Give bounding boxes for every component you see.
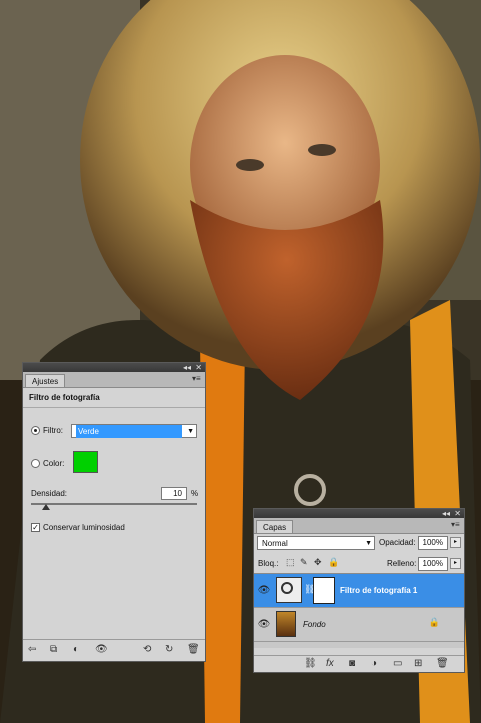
back-arrow-icon[interactable]: ⇦: [28, 644, 36, 656]
chevron-down-icon: ▼: [187, 428, 194, 435]
preserve-luminosity-checkbox[interactable]: ✓: [31, 523, 40, 532]
trash-icon[interactable]: 🗑: [436, 658, 449, 670]
add-mask-icon[interactable]: ◙: [349, 658, 355, 670]
blend-mode-dropdown[interactable]: Normal ▼: [257, 536, 375, 550]
panel-titlebar: ◂◂ ✕: [254, 509, 464, 518]
density-slider-thumb[interactable]: [42, 504, 50, 510]
trash-icon[interactable]: 🗑: [187, 644, 200, 656]
bottom-toolbar: ⇦ ⧉ ◐ 👁 ⟲ ↻ 🗑: [23, 641, 205, 661]
lock-pixels-icon[interactable]: ✎: [300, 556, 308, 568]
bottom-toolbar: ⛓ fx ◙ ◑ ▭ ⊞ 🗑: [254, 655, 464, 672]
filter-radio[interactable]: [31, 426, 40, 435]
close-icon[interactable]: ✕: [195, 363, 202, 372]
layers-panel: ◂◂ ✕ Capas ▾≡ Normal ▼ Opacidad: 100% ▸ …: [253, 508, 465, 673]
clip-layer-icon[interactable]: ⧉: [50, 644, 57, 656]
lock-label: Bloq.:: [258, 559, 279, 568]
new-group-icon[interactable]: ▭: [393, 658, 402, 670]
color-radio[interactable]: [31, 459, 40, 468]
layer-row-filter[interactable]: 👁 ⛓ Filtro de fotografía 1: [254, 574, 464, 608]
eye-icon[interactable]: 👁: [257, 618, 271, 632]
divider: [23, 639, 205, 640]
layer-name: Fondo: [303, 620, 326, 629]
density-label: Densidad:: [31, 489, 68, 498]
fx-icon[interactable]: fx: [326, 658, 334, 670]
collapse-icon[interactable]: ◂◂: [442, 509, 450, 518]
eye-icon[interactable]: 👁: [95, 644, 108, 656]
adjustments-panel: ◂◂ ✕ Ajustes ▾≡ Filtro de fotografía Fil…: [22, 362, 206, 662]
link-layers-icon[interactable]: ⛓: [304, 658, 317, 670]
panel-titlebar: ◂◂ ✕: [23, 363, 205, 372]
previous-state-icon[interactable]: ⟲: [143, 644, 151, 656]
layers-list: 👁 ⛓ Filtro de fotografía 1 👁 Fondo 🔒: [254, 573, 464, 648]
layer-mask-thumbnail[interactable]: [313, 577, 335, 604]
density-input[interactable]: 10: [161, 487, 187, 500]
fill-stepper[interactable]: ▸: [450, 558, 461, 569]
adjustment-layer-icon[interactable]: ◑: [371, 658, 377, 670]
preserve-luminosity-label: Conservar luminosidad: [43, 523, 125, 532]
layer-thumbnail: [276, 611, 296, 637]
divider: [23, 407, 205, 408]
density-unit: %: [191, 489, 199, 498]
new-layer-icon[interactable]: ⊞: [414, 658, 422, 670]
lock-all-icon[interactable]: 🔒: [328, 556, 339, 568]
lock-transparency-icon[interactable]: ⬚: [286, 556, 295, 568]
tab-bar: Ajustes ▾≡: [23, 372, 205, 388]
lock-icon: 🔒: [428, 617, 440, 627]
opacity-label: Opacidad:: [379, 538, 416, 547]
panel-menu-icon[interactable]: ▾≡: [192, 375, 201, 383]
fill-input[interactable]: 100%: [418, 557, 448, 571]
color-label: Color:: [43, 459, 65, 468]
layer-name: Filtro de fotografía 1: [340, 586, 418, 595]
opacity-stepper[interactable]: ▸: [450, 537, 461, 548]
eye-icon[interactable]: 👁: [257, 584, 271, 598]
lock-position-icon[interactable]: ✥: [314, 556, 322, 568]
fill-label: Relleno:: [387, 559, 417, 568]
filter-dropdown[interactable]: Verde ▼: [71, 424, 197, 438]
filter-value: Verde: [76, 425, 182, 438]
filter-label: Filtro:: [43, 426, 63, 435]
tab-bar: Capas ▾≡: [254, 518, 464, 534]
tab-ajustes[interactable]: Ajustes: [25, 374, 66, 387]
color-swatch[interactable]: [73, 451, 98, 473]
panel-title: Filtro de fotografía: [29, 393, 100, 402]
adjustment-layer-thumbnail: [276, 577, 302, 603]
check-icon: ✓: [32, 523, 39, 532]
blend-mode-value: Normal: [262, 539, 288, 548]
reset-icon[interactable]: ↻: [165, 644, 173, 656]
tab-capas[interactable]: Capas: [256, 520, 294, 533]
density-slider-track[interactable]: [31, 503, 197, 505]
close-icon[interactable]: ✕: [454, 509, 461, 518]
opacity-input[interactable]: 100%: [418, 536, 448, 550]
chevron-down-icon: ▼: [365, 540, 372, 547]
layer-row-fondo[interactable]: 👁 Fondo 🔒: [254, 608, 464, 642]
panel-menu-icon[interactable]: ▾≡: [451, 521, 460, 529]
visibility-toggle-icon[interactable]: ◐: [73, 644, 79, 656]
collapse-icon[interactable]: ◂◂: [183, 363, 191, 372]
